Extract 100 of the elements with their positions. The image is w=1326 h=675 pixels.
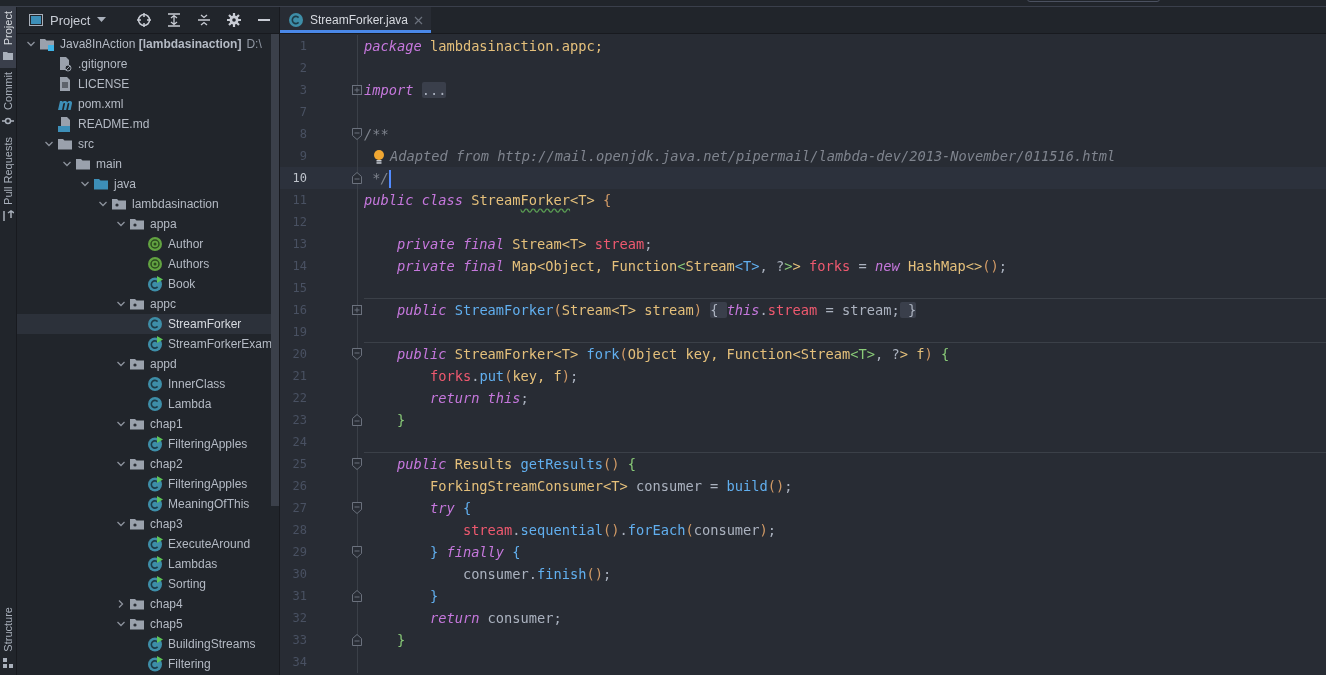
chevron-down-icon[interactable]: [116, 459, 126, 469]
package-icon: [129, 596, 145, 612]
tree-row[interactable]: Author: [17, 234, 271, 254]
tree-item-label: Authors: [168, 257, 210, 271]
fold-end-icon[interactable]: [352, 634, 362, 646]
tree-row[interactable]: chap1: [17, 414, 271, 434]
tree-item-label: Filtering: [168, 657, 211, 671]
chevron-down-icon[interactable]: [116, 359, 126, 369]
package-icon: [129, 296, 145, 312]
tree-row[interactable]: BuildingStreams: [17, 634, 271, 654]
tool-window-button[interactable]: Commit: [0, 68, 16, 134]
fold-start-icon[interactable]: [352, 458, 362, 470]
code-line: private final Map<Object, Function<Stream<T>, ?>> forks = new HashMap<>();: [395, 258, 1007, 274]
tree-item-label: chap3: [150, 517, 183, 531]
runnable-class-icon: [147, 276, 163, 292]
tree-row[interactable]: FilteringApples: [17, 474, 271, 494]
tree-row[interactable]: StreamForker: [17, 314, 271, 334]
tree-row[interactable]: lambdasinaction: [17, 194, 271, 214]
code-line: public StreamForker(Stream<T> stream) { this.stream = stream; }: [395, 302, 917, 318]
code-line: public class StreamForker<T> {: [364, 192, 612, 208]
code-line: stream.sequential().forEach(consumer);: [461, 522, 777, 538]
close-icon[interactable]: [414, 15, 424, 25]
expand-all-icon[interactable]: [165, 11, 183, 29]
tree-row[interactable]: StreamForkerExam: [17, 334, 271, 354]
tree-row[interactable]: Sorting: [17, 574, 271, 594]
runnable-class-icon: [147, 536, 163, 552]
tree-item-label: MeaningOfThis: [168, 497, 250, 511]
tree-row[interactable]: README.md: [17, 114, 271, 134]
lightbulb-icon[interactable]: [373, 148, 385, 165]
structure-icon: [2, 657, 14, 669]
tree-item-label: appd: [150, 357, 177, 371]
fold-start-icon[interactable]: [352, 502, 362, 514]
tree-row[interactable]: Book: [17, 274, 271, 294]
fold-end-icon[interactable]: [352, 414, 362, 426]
tool-window-button[interactable]: Pull Requests: [0, 133, 16, 228]
tree-item-label: InnerClass: [168, 377, 226, 391]
settings-icon[interactable]: [225, 11, 243, 29]
tree-row[interactable]: LICENSE: [17, 74, 271, 94]
chevron-down-icon[interactable]: [116, 419, 126, 429]
folder-icon: [2, 50, 14, 63]
class-icon: [147, 396, 163, 412]
tab-label: StreamForker.java: [310, 13, 409, 27]
runnable-class-icon: [147, 636, 163, 652]
class-icon: [288, 12, 304, 28]
module-folder-icon: [39, 36, 55, 52]
tree-row[interactable]: chap5: [17, 614, 271, 634]
fold-start-icon[interactable]: [352, 128, 362, 140]
chevron-right-icon[interactable]: [116, 599, 126, 609]
tree-row[interactable]: java: [17, 174, 271, 194]
code-line: import ...: [364, 82, 447, 98]
project-path: D:\: [246, 37, 262, 51]
tree-row[interactable]: chap3: [17, 514, 271, 534]
tree-item-label: BuildingStreams: [168, 637, 256, 651]
tree-row[interactable]: appc: [17, 294, 271, 314]
chevron-down-icon[interactable]: [116, 519, 126, 529]
tree-row[interactable]: ExecuteAround: [17, 534, 271, 554]
fold-plus-icon[interactable]: [352, 305, 362, 315]
tree-row[interactable]: Lambdas: [17, 554, 271, 574]
tree-row[interactable]: InnerClass: [17, 374, 271, 394]
tree-item-label: pom.xml: [78, 97, 124, 111]
text-file-icon: [57, 76, 73, 92]
folder-icon: [93, 176, 109, 192]
tree-row[interactable]: chap2: [17, 454, 271, 474]
tree-item-label: ExecuteAround: [168, 537, 251, 551]
tool-window-button[interactable]: Project: [0, 7, 16, 69]
tree-row[interactable]: appa: [17, 214, 271, 234]
fold-end-icon[interactable]: [352, 172, 362, 184]
tree-row[interactable]: .gitignore: [17, 54, 271, 74]
tree-row[interactable]: FilteringApples: [17, 434, 271, 454]
tree-row[interactable]: Lambda: [17, 394, 271, 414]
scrollbar-thumb[interactable]: [271, 34, 279, 506]
tree-row[interactable]: Java8InAction [lambdasinaction] D:\: [17, 34, 271, 54]
tree-row[interactable]: Authors: [17, 254, 271, 274]
fold-start-icon[interactable]: [352, 348, 362, 360]
tree-item-label: FilteringApples: [168, 437, 248, 451]
tree-item-label: Sorting: [168, 577, 207, 591]
folder-icon: [75, 156, 91, 172]
project-view-dropdown[interactable]: Project: [29, 12, 107, 28]
tree-row[interactable]: src: [17, 134, 271, 154]
code-line: private final Stream<T> stream;: [395, 236, 653, 252]
chevron-down-icon[interactable]: [116, 299, 126, 309]
tree-item-label: chap4: [150, 597, 183, 611]
fold-plus-icon[interactable]: [352, 85, 362, 95]
tree-item-label: Lambda: [168, 397, 212, 411]
fold-start-icon[interactable]: [352, 546, 362, 558]
tool-window-button[interactable]: Structure: [0, 603, 16, 675]
code-line: package lambdasinaction.appc;: [364, 38, 603, 54]
tree-row[interactable]: Filtering: [17, 654, 271, 674]
fold-end-icon[interactable]: [352, 590, 362, 602]
tree-row[interactable]: pom.xml: [17, 94, 271, 114]
tree-row[interactable]: chap4: [17, 594, 271, 614]
tree-row[interactable]: MeaningOfThis: [17, 494, 271, 514]
locate-icon[interactable]: [135, 11, 153, 29]
chevron-down-icon[interactable]: [26, 39, 36, 49]
editor-tab[interactable]: StreamForker.java: [280, 7, 432, 33]
tree-row[interactable]: main: [17, 154, 271, 174]
tree-row[interactable]: appd: [17, 354, 271, 374]
line-number: 10: [291, 170, 307, 187]
chevron-down-icon[interactable]: [116, 619, 126, 629]
class-icon: [147, 316, 163, 332]
